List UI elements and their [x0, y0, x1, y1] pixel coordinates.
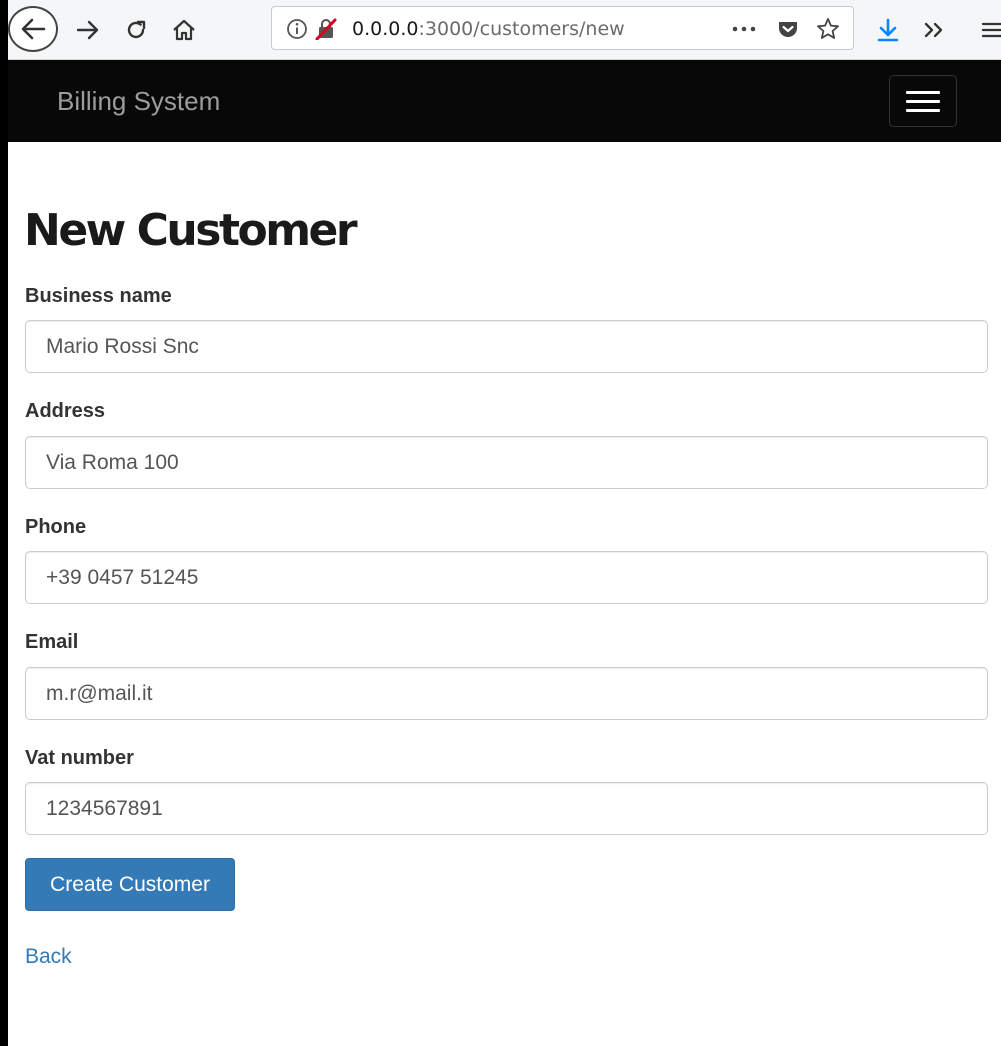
- home-button[interactable]: [166, 12, 202, 48]
- browser-toolbar: 0.0.0.0:3000/customers/new: [8, 0, 1001, 60]
- reload-icon: [127, 20, 146, 39]
- hamburger-bar-icon: [906, 99, 940, 103]
- hamburger-bar-icon: [906, 108, 940, 112]
- arrow-left-icon: [21, 18, 46, 40]
- browser-window: 0.0.0.0:3000/customers/new Billing Syste…: [8, 0, 1001, 1046]
- business-name-label: Business name: [25, 285, 172, 307]
- phone-input[interactable]: [25, 551, 988, 604]
- email-label: Email: [25, 631, 79, 653]
- navbar-brand[interactable]: Billing System: [57, 86, 220, 117]
- downloads-button[interactable]: [874, 12, 902, 48]
- download-arrow-icon: [877, 18, 899, 42]
- navbar-toggle-button[interactable]: [889, 75, 957, 127]
- bookmark-star-icon[interactable]: [816, 17, 840, 41]
- info-icon: [287, 19, 307, 39]
- double-chevron-right-icon: [924, 22, 943, 38]
- vat-number-label: Vat number: [25, 747, 134, 769]
- main-menu-button[interactable]: [980, 12, 1001, 48]
- more-horizontal-icon[interactable]: [732, 25, 756, 33]
- insecure-lock-icon: [315, 18, 337, 40]
- overflow-menu-button[interactable]: [920, 12, 948, 48]
- url-host: 0.0.0.0: [352, 18, 419, 40]
- url-bar[interactable]: 0.0.0.0:3000/customers/new: [271, 6, 854, 50]
- create-customer-button[interactable]: Create Customer: [25, 858, 235, 911]
- email-input[interactable]: [25, 667, 988, 720]
- business-name-input[interactable]: [25, 320, 988, 373]
- url-text[interactable]: 0.0.0.0:3000/customers/new: [352, 18, 625, 40]
- hamburger-bar-icon: [906, 90, 940, 94]
- reload-button[interactable]: [118, 12, 154, 48]
- address-label: Address: [25, 400, 106, 422]
- forward-button[interactable]: [70, 12, 106, 48]
- address-input[interactable]: [25, 436, 988, 489]
- app-navbar: Billing System: [8, 60, 1001, 142]
- url-path: :3000/customers/new: [418, 18, 625, 40]
- vat-number-input[interactable]: [25, 782, 988, 835]
- menu-icon: [981, 22, 1001, 38]
- back-link[interactable]: Back: [25, 945, 72, 969]
- page-title: New Customer: [24, 205, 358, 256]
- pocket-icon[interactable]: [777, 18, 799, 40]
- arrow-right-icon: [76, 20, 99, 40]
- phone-label: Phone: [25, 516, 87, 538]
- home-icon: [173, 19, 195, 41]
- back-button[interactable]: [8, 6, 58, 52]
